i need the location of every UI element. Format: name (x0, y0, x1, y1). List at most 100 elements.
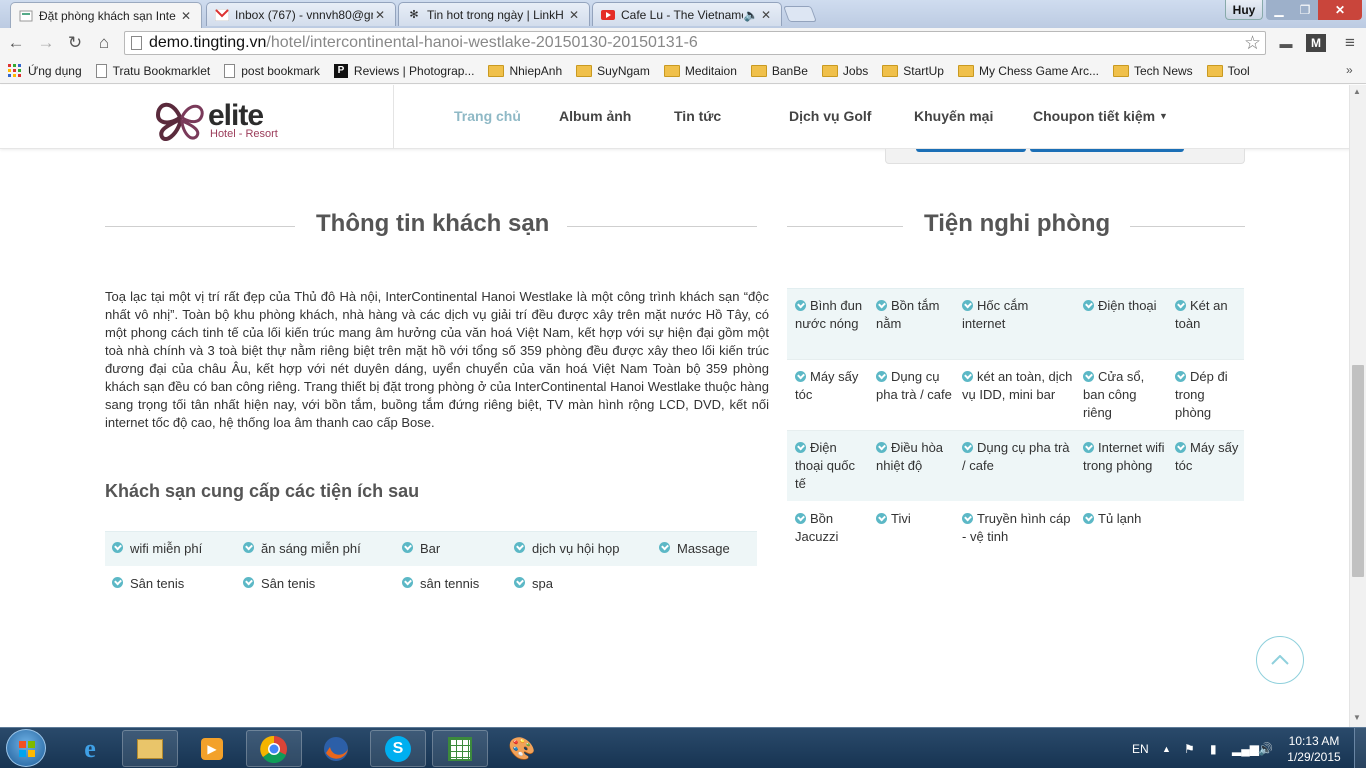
browser-tab-linkhay[interactable]: ✻ Tin hot trong ngày | LinkH ✕ (398, 2, 590, 26)
paint-taskbar-icon[interactable]: 🎨 (494, 730, 550, 767)
close-tab-icon[interactable]: ✕ (179, 9, 193, 23)
check-circle-icon (402, 542, 413, 553)
bookmark-folder[interactable]: My Chess Game Arc... (957, 64, 1099, 78)
media-player-taskbar-icon[interactable]: ▶ (184, 730, 240, 767)
bookmark-folder[interactable]: Meditaion (663, 64, 737, 78)
linkhay-icon: ✻ (409, 9, 419, 21)
amenity-item: Cửa sổ, ban công riêng (1083, 368, 1167, 422)
page-scrollbar[interactable]: ▲ ▼ (1349, 85, 1366, 727)
check-circle-icon (1175, 371, 1186, 382)
facility-label: sân tennis (420, 576, 480, 591)
nav-promotions[interactable]: Khuyến mại (914, 108, 993, 124)
facility-item: ăn sáng miễn phí (243, 541, 361, 556)
skype-taskbar-icon[interactable]: S (370, 730, 426, 767)
back-to-top-button[interactable] (1256, 636, 1304, 684)
nav-golf[interactable]: Dịch vụ Golf (789, 108, 871, 124)
show-hidden-icons[interactable]: ▲ (1162, 728, 1171, 768)
flag-icon[interactable]: ⚑ (1184, 728, 1195, 768)
show-desktop-button[interactable] (1354, 728, 1366, 768)
forward-arrow-icon[interactable]: → (36, 33, 56, 53)
back-arrow-icon[interactable]: ← (6, 33, 26, 53)
battery-icon[interactable]: ▮ (1210, 728, 1217, 768)
ie-taskbar-icon[interactable]: e (62, 730, 118, 767)
folder-icon (1206, 64, 1223, 77)
bookmark-tratu[interactable]: Tratu Bookmarklet (95, 63, 210, 78)
bookmark-post[interactable]: post bookmark (224, 63, 320, 78)
bookmark-folder[interactable]: StartUp (882, 64, 944, 78)
close-tab-icon[interactable]: ✕ (567, 8, 581, 22)
amenity-item: Điện thoại (1083, 297, 1167, 315)
url-path: /hotel/intercontinental-hanoi-westlake-2… (266, 34, 698, 51)
new-tab-button[interactable] (783, 6, 817, 22)
page-icon (131, 36, 142, 50)
restore-button[interactable]: ❐ (1292, 0, 1318, 20)
bookmark-star-icon[interactable]: ☆ (1244, 32, 1261, 55)
check-circle-icon (402, 577, 413, 588)
header-divider (393, 85, 394, 149)
firefox-taskbar-icon[interactable] (308, 730, 364, 767)
bookmark-folder[interactable]: SuyNgam (576, 64, 650, 78)
scrollbar-thumb[interactable] (1352, 365, 1364, 577)
volume-icon[interactable]: 🔊 (1258, 728, 1273, 768)
folder-icon (882, 64, 899, 77)
amenity-label: Internet wifi trong phòng (1083, 440, 1165, 473)
close-tab-icon[interactable]: ✕ (759, 8, 773, 22)
explorer-taskbar-icon[interactable] (122, 730, 178, 767)
clock[interactable]: 10:13 AM 1/29/2015 (1282, 733, 1346, 765)
bookmark-folder[interactable]: Tool (1206, 63, 1250, 78)
hotel-description: Toạ lạc tại một vị trí rất đẹp của Thủ đ… (105, 289, 769, 430)
bookmark-folder[interactable]: BanBe (750, 64, 808, 78)
bookmark-label: Tool (1227, 63, 1250, 78)
check-circle-icon (795, 371, 806, 382)
facility-label: Massage (677, 541, 730, 556)
scroll-down-icon[interactable]: ▼ (1353, 713, 1361, 722)
nav-home[interactable]: Trang chủ (454, 108, 521, 124)
folder-icon (1112, 64, 1129, 77)
close-tab-icon[interactable]: ✕ (373, 8, 387, 22)
extension-icon[interactable]: ▬ (1276, 33, 1296, 53)
tab-title: Cafe Lu - The Vietname (621, 7, 743, 22)
nav-coupon-label: Choupon tiết kiệm (1033, 108, 1156, 124)
home-icon[interactable]: ⌂ (94, 33, 114, 53)
scroll-up-icon[interactable]: ▲ (1353, 87, 1361, 96)
title-rule (105, 226, 295, 227)
tingting-favicon-icon (19, 9, 33, 23)
start-button[interactable] (6, 729, 46, 767)
apps-grid-icon (8, 63, 21, 77)
address-bar[interactable]: demo.tingting.vn/hotel/intercontinental-… (124, 31, 1266, 55)
profile-button[interactable]: Huy (1225, 0, 1263, 20)
nav-news[interactable]: Tin tức (674, 108, 721, 124)
close-window-button[interactable]: ✕ (1318, 0, 1362, 20)
browser-tab-gmail[interactable]: Inbox (767) - vnnvh80@gr ✕ (206, 2, 396, 26)
bookmark-apps[interactable]: Ứng dụng (8, 63, 82, 78)
reload-icon[interactable]: ↻ (65, 33, 85, 53)
amenity-label: Điện thoại (1098, 298, 1157, 313)
amenity-item: Bồn Jacuzzi (795, 510, 867, 546)
bookmark-folder[interactable]: Jobs (821, 64, 868, 78)
spreadsheet-taskbar-icon[interactable] (432, 730, 488, 767)
logo-subtext: Hotel - Resort (210, 128, 278, 140)
browser-toolbar: ← → ↻ ⌂ demo.tingting.vn/hotel/intercont… (0, 28, 1366, 58)
chrome-taskbar-icon[interactable] (246, 730, 302, 767)
nav-album[interactable]: Album ảnh (559, 108, 631, 124)
site-logo[interactable]: elite Hotel - Resort (152, 95, 292, 141)
check-circle-icon (1083, 300, 1094, 311)
bookmark-folder[interactable]: NhiepAnh (488, 64, 562, 78)
browser-tab-strip: Đặt phòng khách sạn Inte ✕ Inbox (767) -… (0, 0, 1366, 28)
booking-button[interactable] (916, 149, 1026, 152)
nav-coupon[interactable]: Choupon tiết kiệm ▼ (1033, 108, 1168, 124)
folder-icon (957, 64, 974, 77)
booking-button[interactable] (1030, 149, 1184, 152)
bookmark-reviews[interactable]: P Reviews | Photograp... (333, 63, 474, 78)
browser-tab-hotel[interactable]: Đặt phòng khách sạn Inte ✕ (10, 2, 202, 28)
gmail-extension-icon[interactable]: M (1306, 34, 1326, 52)
browser-tab-youtube[interactable]: Cafe Lu - The Vietname 🔈 ✕ (592, 2, 782, 26)
more-bookmarks-icon[interactable]: » (1346, 63, 1353, 77)
caret-down-icon: ▼ (1159, 111, 1168, 121)
menu-icon[interactable]: ≡ (1340, 33, 1360, 53)
minimize-button[interactable]: ▁ (1266, 0, 1292, 20)
bookmark-folder[interactable]: Tech News (1112, 64, 1193, 78)
booking-widget (885, 149, 1245, 164)
language-indicator[interactable]: EN (1132, 728, 1149, 768)
network-icon[interactable]: ▂▄▆ (1232, 728, 1259, 768)
